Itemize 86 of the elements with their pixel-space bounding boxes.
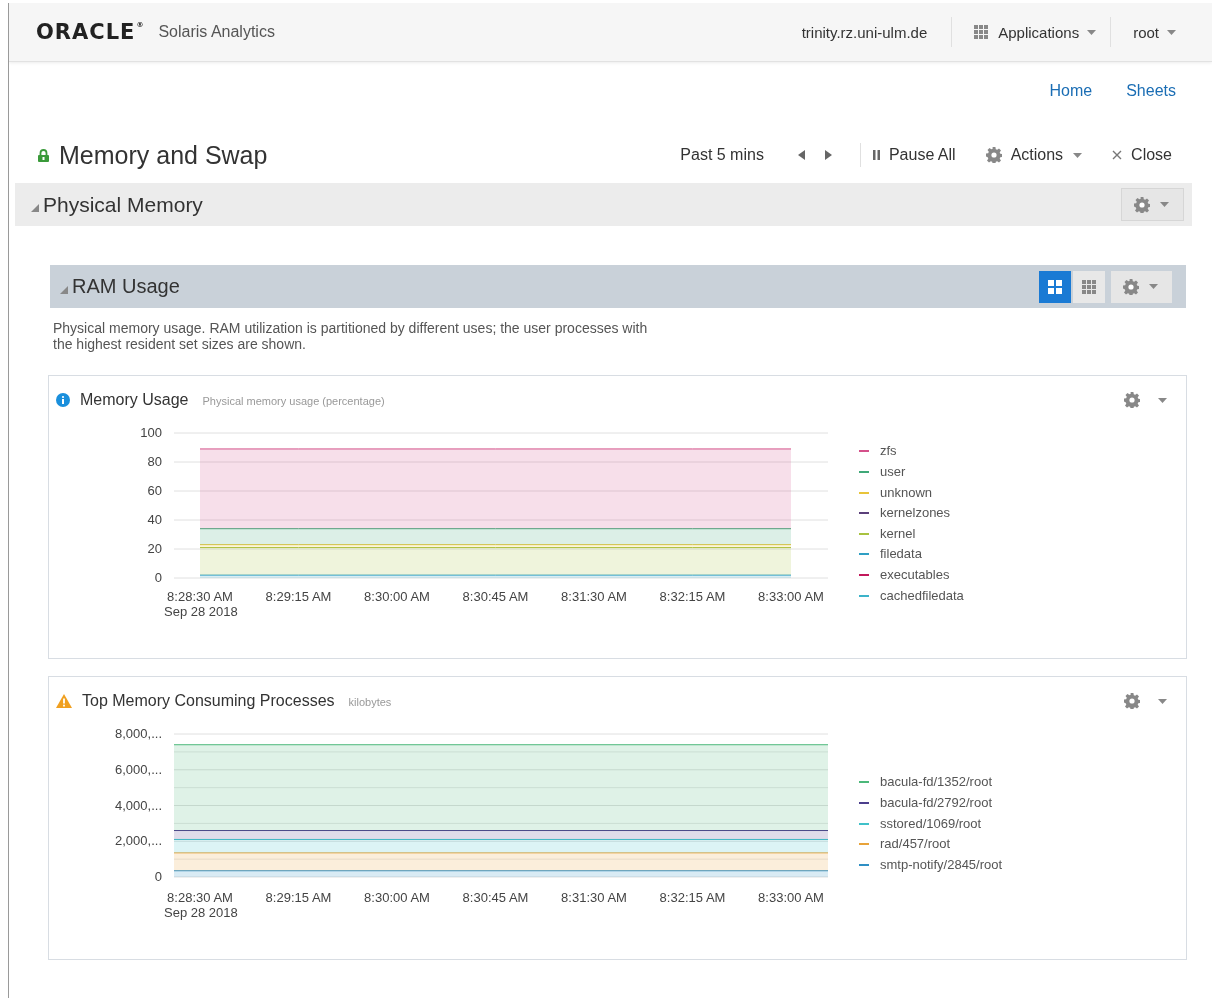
gear-icon [985,147,1002,163]
legend-label: user [880,464,906,479]
legend-label: bacula-fd/2792/root [880,794,993,810]
caret-icon [1149,284,1158,289]
axis-tick-label: 8:33:00 AM [758,589,824,604]
axis-tick-label: 8:32:15 AM [659,890,726,905]
legend-label: zfs [880,443,897,459]
gear-icon [1134,196,1150,213]
axis-tick-label: 4,000,... [115,797,162,813]
time-range: Past 5 mins [680,146,764,164]
group-title[interactable]: RAM Usage [60,275,180,298]
app-name: Solaris Analytics [158,23,275,41]
axis-date-label: Sep 28 2018 [164,604,238,619]
axis-tick-label: 8:30:45 AM [462,890,529,905]
actions-menu[interactable]: Actions [985,146,1083,164]
gear-icon [1124,693,1140,709]
axis-tick-label: 2,000,... [115,833,162,849]
legend-label: smtp-notify/2845/root [880,856,1003,872]
axis-tick-label: 8:31:30 AM [561,890,627,905]
axis-tick-label: 0 [154,570,162,585]
legend-label: filedata [880,546,922,562]
legend-label: unknown [880,484,933,500]
axis-tick-label: 8:30:45 AM [462,589,529,604]
gear-icon [1123,278,1139,295]
section-title[interactable]: Physical Memory [31,192,203,217]
caret-icon [1167,29,1176,35]
left-triangle-icon [797,150,805,160]
legend-label: sstored/1069/root [880,815,982,831]
legend-label: executables [880,567,950,582]
settings-menu[interactable] [1124,693,1167,709]
settings-menu[interactable] [1111,270,1172,303]
group-description: Physical memory usage. RAM utilization is partitioned by different uses; the user processes with the highest resident set sizes are shown. [52,320,649,354]
legend-label: rad/457/root [880,836,951,852]
axis-tick-label: 80 [147,454,162,469]
sheet-title: Memory and Swap [59,140,268,170]
gear-icon [1124,392,1140,408]
chart-title: Memory Usage [80,391,189,409]
axis-tick-label: 100 [140,425,162,440]
axis-tick-label: 8:29:15 AM [265,589,332,604]
grid-icon [974,25,989,39]
settings-menu[interactable] [1121,188,1184,221]
tiles-icon [1048,279,1062,294]
right-triangle-icon [824,150,832,160]
caret-icon [1087,29,1097,35]
axis-tick-label: 8:28:30 AM [167,890,233,905]
axis-tick-label: 8:30:00 AM [364,890,430,905]
tile-view-button[interactable] [1039,270,1071,303]
axis-tick-label: 20 [147,541,162,556]
nav-link[interactable]: Home [1049,82,1093,122]
user-menu[interactable]: root [1111,23,1190,41]
caret-icon [1160,202,1169,207]
legend-label: kernelzones [880,505,951,521]
close-icon [1112,150,1123,160]
axis-date-label: Sep 28 2018 [164,905,238,920]
caret-icon [1158,397,1167,403]
oracle-logo: ORACLE$^{®}$ [36,20,145,44]
pause-all-button[interactable]: Pause All [872,146,956,164]
info-icon [56,393,70,407]
close-button[interactable]: Close [1112,146,1172,164]
axis-tick-label: 8,000,... [115,726,162,741]
grid-view-button[interactable] [1073,270,1105,303]
chart-title: Top Memory Consuming Processes [82,692,335,710]
caret-icon [1158,698,1167,704]
axis-tick-label: 8:30:00 AM [364,589,430,604]
axis-tick-label: 8:33:00 AM [758,890,824,905]
legend-label: cachedfiledata [880,587,964,603]
axis-tick-label: 0 [154,869,162,884]
host-name: trinity.rz.uni-ulm.de [801,23,928,41]
axis-tick-label: 8:32:15 AM [659,589,726,604]
chart-subtitle: Physical memory usage (percentage) [202,395,385,407]
chart-subtitle: kilobytes [348,696,392,708]
axis-tick-label: 8:29:15 AM [265,890,332,905]
axis-tick-label: 40 [147,512,162,527]
settings-menu[interactable] [1124,392,1167,408]
axis-tick-label: 6,000,... [115,761,162,777]
applications-menu[interactable]: Applications [952,23,1111,41]
grid-icon [1082,279,1096,294]
caret-icon [1073,152,1083,158]
nav-link[interactable]: Sheets [1126,82,1176,122]
axis-tick-label: 60 [147,483,162,498]
pause-icon [872,150,880,160]
legend-label: bacula-fd/1352/root [880,774,993,790]
axis-tick-label: 8:28:30 AM [167,589,233,604]
legend-label: kernel [880,525,916,541]
warning-icon [56,694,72,708]
axis-tick-label: 8:31:30 AM [561,589,627,604]
